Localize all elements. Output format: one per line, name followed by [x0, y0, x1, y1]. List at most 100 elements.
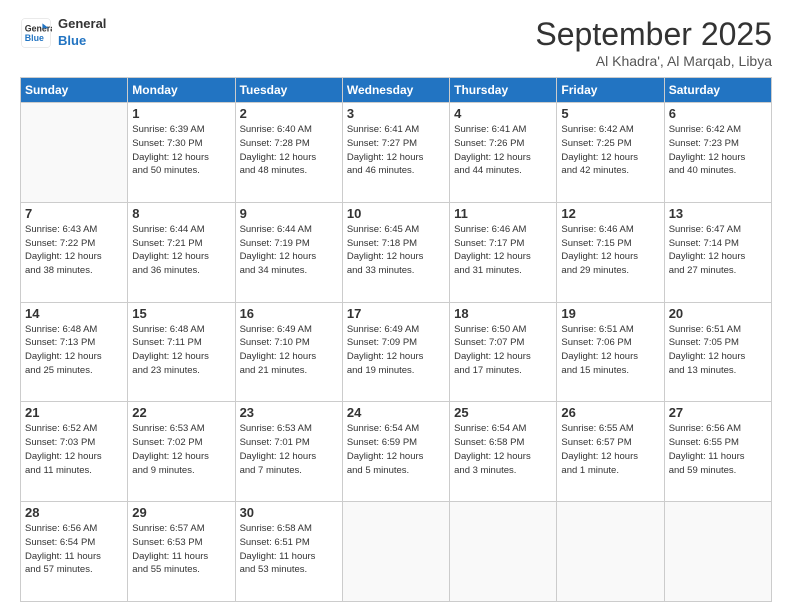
day-number: 24 — [347, 405, 445, 420]
calendar: SundayMondayTuesdayWednesdayThursdayFrid… — [20, 77, 772, 602]
calendar-cell: 16 Sunrise: 6:49 AM Sunset: 7:10 PM Dayli… — [235, 302, 342, 402]
day-info: Sunrise: 6:57 AM Sunset: 6:53 PM Dayligh… — [132, 522, 230, 577]
day-number: 20 — [669, 306, 767, 321]
calendar-header-tuesday: Tuesday — [235, 78, 342, 103]
day-info: Sunrise: 6:56 AM Sunset: 6:55 PM Dayligh… — [669, 422, 767, 477]
day-number: 18 — [454, 306, 552, 321]
day-info: Sunrise: 6:43 AM Sunset: 7:22 PM Dayligh… — [25, 223, 123, 278]
calendar-cell: 25 Sunrise: 6:54 AM Sunset: 6:58 PM Dayli… — [450, 402, 557, 502]
day-info: Sunrise: 6:56 AM Sunset: 6:54 PM Dayligh… — [25, 522, 123, 577]
day-number: 5 — [561, 106, 659, 121]
day-info: Sunrise: 6:53 AM Sunset: 7:01 PM Dayligh… — [240, 422, 338, 477]
calendar-cell: 14 Sunrise: 6:48 AM Sunset: 7:13 PM Dayli… — [21, 302, 128, 402]
day-number: 28 — [25, 505, 123, 520]
calendar-header-monday: Monday — [128, 78, 235, 103]
calendar-cell: 1 Sunrise: 6:39 AM Sunset: 7:30 PM Daylig… — [128, 103, 235, 203]
title-block: September 2025 Al Khadra', Al Marqab, Li… — [535, 16, 772, 69]
calendar-header-thursday: Thursday — [450, 78, 557, 103]
calendar-header-row: SundayMondayTuesdayWednesdayThursdayFrid… — [21, 78, 772, 103]
day-info: Sunrise: 6:42 AM Sunset: 7:25 PM Dayligh… — [561, 123, 659, 178]
day-number: 6 — [669, 106, 767, 121]
day-number: 15 — [132, 306, 230, 321]
day-info: Sunrise: 6:51 AM Sunset: 7:06 PM Dayligh… — [561, 323, 659, 378]
calendar-week-3: 14 Sunrise: 6:48 AM Sunset: 7:13 PM Dayli… — [21, 302, 772, 402]
calendar-cell — [557, 502, 664, 602]
day-info: Sunrise: 6:41 AM Sunset: 7:27 PM Dayligh… — [347, 123, 445, 178]
calendar-week-5: 28 Sunrise: 6:56 AM Sunset: 6:54 PM Dayli… — [21, 502, 772, 602]
calendar-cell: 15 Sunrise: 6:48 AM Sunset: 7:11 PM Dayli… — [128, 302, 235, 402]
header: General Blue General Blue September 2025… — [20, 16, 772, 69]
calendar-cell — [664, 502, 771, 602]
logo-line2: Blue — [58, 33, 86, 48]
day-number: 30 — [240, 505, 338, 520]
calendar-cell: 2 Sunrise: 6:40 AM Sunset: 7:28 PM Daylig… — [235, 103, 342, 203]
day-number: 7 — [25, 206, 123, 221]
calendar-cell: 4 Sunrise: 6:41 AM Sunset: 7:26 PM Daylig… — [450, 103, 557, 203]
calendar-cell: 10 Sunrise: 6:45 AM Sunset: 7:18 PM Dayli… — [342, 202, 449, 302]
calendar-cell: 27Sunrise: 6:56 AM Sunset: 6:55 PM Dayli… — [664, 402, 771, 502]
day-info: Sunrise: 6:54 AM Sunset: 6:59 PM Dayligh… — [347, 422, 445, 477]
calendar-week-2: 7 Sunrise: 6:43 AM Sunset: 7:22 PM Daylig… — [21, 202, 772, 302]
calendar-cell: 11 Sunrise: 6:46 AM Sunset: 7:17 PM Dayli… — [450, 202, 557, 302]
day-number: 26 — [561, 405, 659, 420]
logo-line1: General — [58, 16, 106, 31]
calendar-cell: 6Sunrise: 6:42 AM Sunset: 7:23 PM Daylig… — [664, 103, 771, 203]
calendar-cell: 19 Sunrise: 6:51 AM Sunset: 7:06 PM Dayli… — [557, 302, 664, 402]
day-number: 11 — [454, 206, 552, 221]
calendar-cell: 21Sunrise: 6:52 AM Sunset: 7:03 PM Dayli… — [21, 402, 128, 502]
calendar-week-4: 21Sunrise: 6:52 AM Sunset: 7:03 PM Dayli… — [21, 402, 772, 502]
day-number: 8 — [132, 206, 230, 221]
day-number: 22 — [132, 405, 230, 420]
month-title: September 2025 — [535, 16, 772, 53]
day-info: Sunrise: 6:48 AM Sunset: 7:13 PM Dayligh… — [25, 323, 123, 378]
day-info: Sunrise: 6:44 AM Sunset: 7:21 PM Dayligh… — [132, 223, 230, 278]
calendar-cell: 23Sunrise: 6:53 AM Sunset: 7:01 PM Dayli… — [235, 402, 342, 502]
calendar-week-1: 1 Sunrise: 6:39 AM Sunset: 7:30 PM Daylig… — [21, 103, 772, 203]
calendar-cell — [450, 502, 557, 602]
calendar-cell: 17Sunrise: 6:49 AM Sunset: 7:09 PM Dayli… — [342, 302, 449, 402]
day-number: 12 — [561, 206, 659, 221]
calendar-cell: 7 Sunrise: 6:43 AM Sunset: 7:22 PM Daylig… — [21, 202, 128, 302]
day-info: Sunrise: 6:47 AM Sunset: 7:14 PM Dayligh… — [669, 223, 767, 278]
calendar-cell — [342, 502, 449, 602]
day-info: Sunrise: 6:46 AM Sunset: 7:17 PM Dayligh… — [454, 223, 552, 278]
day-info: Sunrise: 6:41 AM Sunset: 7:26 PM Dayligh… — [454, 123, 552, 178]
calendar-cell: 12Sunrise: 6:46 AM Sunset: 7:15 PM Dayli… — [557, 202, 664, 302]
logo: General Blue General Blue — [20, 16, 106, 50]
svg-text:Blue: Blue — [25, 33, 44, 43]
calendar-cell: 18 Sunrise: 6:50 AM Sunset: 7:07 PM Dayli… — [450, 302, 557, 402]
day-info: Sunrise: 6:50 AM Sunset: 7:07 PM Dayligh… — [454, 323, 552, 378]
day-info: Sunrise: 6:49 AM Sunset: 7:10 PM Dayligh… — [240, 323, 338, 378]
location: Al Khadra', Al Marqab, Libya — [535, 53, 772, 69]
calendar-header-sunday: Sunday — [21, 78, 128, 103]
svg-text:General: General — [25, 23, 52, 33]
day-number: 9 — [240, 206, 338, 221]
day-info: Sunrise: 6:40 AM Sunset: 7:28 PM Dayligh… — [240, 123, 338, 178]
day-number: 17 — [347, 306, 445, 321]
calendar-header-friday: Friday — [557, 78, 664, 103]
day-number: 10 — [347, 206, 445, 221]
day-number: 14 — [25, 306, 123, 321]
calendar-cell: 28 Sunrise: 6:56 AM Sunset: 6:54 PM Dayli… — [21, 502, 128, 602]
day-info: Sunrise: 6:39 AM Sunset: 7:30 PM Dayligh… — [132, 123, 230, 178]
day-info: Sunrise: 6:55 AM Sunset: 6:57 PM Dayligh… — [561, 422, 659, 477]
calendar-cell: 29 Sunrise: 6:57 AM Sunset: 6:53 PM Dayli… — [128, 502, 235, 602]
calendar-cell: 20Sunrise: 6:51 AM Sunset: 7:05 PM Dayli… — [664, 302, 771, 402]
day-number: 4 — [454, 106, 552, 121]
calendar-cell: 3Sunrise: 6:41 AM Sunset: 7:27 PM Daylig… — [342, 103, 449, 203]
day-info: Sunrise: 6:54 AM Sunset: 6:58 PM Dayligh… — [454, 422, 552, 477]
calendar-cell: 5 Sunrise: 6:42 AM Sunset: 7:25 PM Daylig… — [557, 103, 664, 203]
day-number: 1 — [132, 106, 230, 121]
day-info: Sunrise: 6:58 AM Sunset: 6:51 PM Dayligh… — [240, 522, 338, 577]
calendar-cell — [21, 103, 128, 203]
calendar-cell: 30 Sunrise: 6:58 AM Sunset: 6:51 PM Dayli… — [235, 502, 342, 602]
day-number: 16 — [240, 306, 338, 321]
day-number: 25 — [454, 405, 552, 420]
day-info: Sunrise: 6:45 AM Sunset: 7:18 PM Dayligh… — [347, 223, 445, 278]
day-info: Sunrise: 6:48 AM Sunset: 7:11 PM Dayligh… — [132, 323, 230, 378]
day-number: 29 — [132, 505, 230, 520]
day-number: 13 — [669, 206, 767, 221]
calendar-header-wednesday: Wednesday — [342, 78, 449, 103]
day-number: 2 — [240, 106, 338, 121]
day-number: 19 — [561, 306, 659, 321]
